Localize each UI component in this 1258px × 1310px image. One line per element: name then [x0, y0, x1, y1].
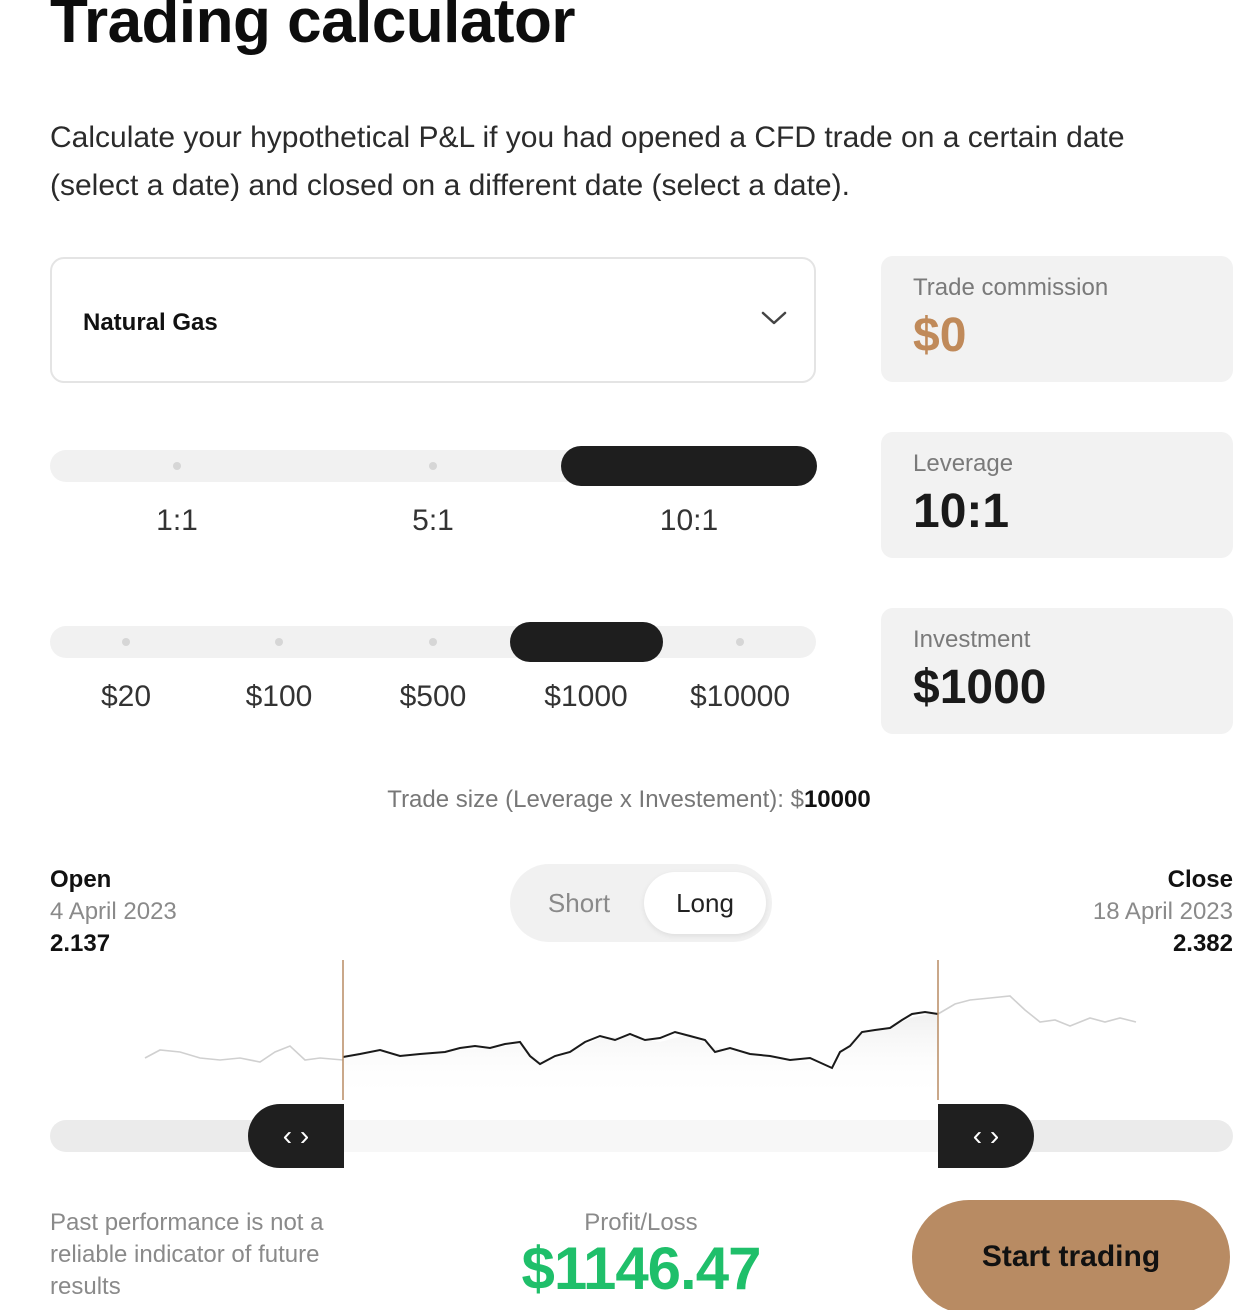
trade-commission-label: Trade commission	[913, 274, 1109, 301]
investment-option-20[interactable]: $20	[101, 680, 151, 714]
leverage-option-1-1[interactable]: 1:1	[156, 504, 198, 538]
leverage-option-10-1[interactable]: 10:1	[660, 504, 718, 538]
page-title: Trading calculator	[50, 0, 576, 56]
price-chart-line-before	[144, 1045, 344, 1063]
investment-slider-thumb[interactable]	[510, 622, 663, 662]
trade-size-value: 10000	[803, 786, 871, 813]
investment-slider-stop	[429, 638, 437, 646]
close-date-handle[interactable]: ‹ ›	[938, 1104, 1034, 1168]
price-chart	[144, 960, 1137, 1100]
direction-short-option[interactable]: Short	[520, 864, 638, 942]
intro-text: Calculate your hypothetical P&L if you h…	[50, 121, 1125, 202]
date-range-selection[interactable]	[343, 1120, 938, 1152]
investment-option-500[interactable]: $500	[400, 680, 467, 714]
leverage-slider-thumb[interactable]	[561, 446, 817, 486]
investment-slider-stop	[275, 638, 283, 646]
direction-toggle[interactable]: Short Long	[510, 864, 772, 942]
investment-option-10000[interactable]: $10000	[690, 680, 790, 714]
drag-arrows-icon: ‹ ›	[282, 1120, 310, 1151]
open-price: 2.137	[50, 930, 111, 957]
investment-label: Investment	[913, 626, 1031, 653]
leverage-card: Leverage 10:1	[881, 432, 1233, 558]
direction-long-option[interactable]: Long	[644, 872, 766, 934]
investment-slider-track[interactable]	[50, 626, 816, 658]
investment-option-100[interactable]: $100	[246, 680, 313, 714]
investment-slider-stop	[736, 638, 744, 646]
trade-commission-value: $0	[913, 309, 967, 362]
leverage-option-5-1[interactable]: 5:1	[412, 504, 454, 538]
chevron-down-icon	[761, 311, 787, 325]
instrument-select[interactable]: Natural Gas	[50, 257, 816, 383]
instrument-select-value: Natural Gas	[83, 309, 218, 336]
close-heading: Close	[1167, 866, 1233, 893]
investment-slider-stop	[122, 638, 130, 646]
trade-size-label: Trade size (Leverage x Investement): $	[387, 786, 804, 813]
investment-card: Investment $1000	[881, 608, 1233, 734]
price-chart-area	[343, 1012, 938, 1100]
close-date: 18 April 2023	[1092, 898, 1233, 925]
close-price: 2.382	[1172, 930, 1233, 957]
trade-size: Trade size (Leverage x Investement): $10…	[0, 786, 1258, 814]
investment-value: $1000	[913, 661, 1047, 714]
open-date: 4 April 2023	[50, 898, 177, 925]
leverage-slider-stop	[173, 462, 181, 470]
leverage-value: 10:1	[913, 485, 1010, 538]
start-trading-button[interactable]: Start trading	[912, 1200, 1230, 1310]
open-heading: Open	[50, 866, 112, 893]
leverage-label: Leverage	[913, 450, 1014, 477]
open-date-handle[interactable]: ‹ ›	[248, 1104, 344, 1168]
trade-commission-card: Trade commission $0	[881, 256, 1233, 382]
drag-arrows-icon: ‹ ›	[972, 1120, 1000, 1151]
leverage-slider-stop	[429, 462, 437, 470]
investment-option-1000[interactable]: $1000	[544, 680, 627, 714]
price-chart-line-after	[937, 995, 1137, 1027]
